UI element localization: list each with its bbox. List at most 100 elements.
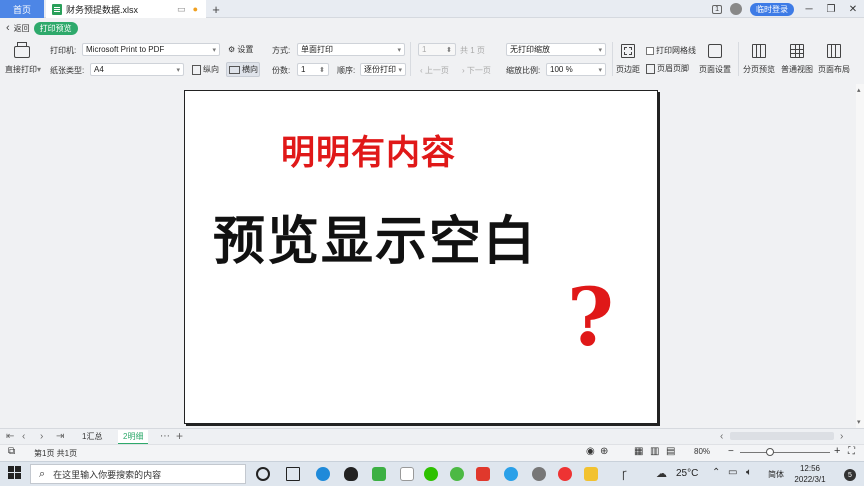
notification-badge[interactable]: 5 — [844, 469, 856, 481]
eye-icon[interactable]: ◉ — [586, 446, 595, 457]
normal-view-icon[interactable]: ▦ — [634, 446, 643, 457]
scale-ratio-input[interactable]: 100 % ▾ — [546, 63, 606, 76]
page-layout-icon[interactable]: ▥ — [650, 446, 659, 457]
scale-select[interactable]: 无打印缩放 ▾ — [506, 43, 606, 56]
direct-print-label[interactable]: 直接打印 — [5, 64, 37, 75]
portrait-button[interactable]: 纵向 — [192, 64, 219, 75]
direct-print-button[interactable] — [14, 42, 30, 58]
checkbox-icon — [646, 46, 654, 55]
landscape-label[interactable]: 横向 — [229, 64, 258, 75]
edge-icon[interactable] — [316, 467, 330, 481]
order-select[interactable]: 逐份打印 ▾ — [360, 63, 406, 76]
restore-icon[interactable]: ❐ — [824, 4, 838, 15]
sheet-tab[interactable]: 1汇总 — [82, 431, 102, 442]
page-setup-button[interactable]: 页面设置 — [699, 44, 731, 75]
printer-select[interactable]: Microsoft Print to PDF ▾ — [82, 43, 220, 56]
print-gridlines-checkbox[interactable]: 打印网格线 — [646, 45, 696, 56]
order-label: 顺序: — [337, 66, 356, 75]
title-bar-controls: 1 临时登录 ─ ❐ ✕ — [712, 0, 860, 18]
cortana-icon[interactable] — [256, 467, 270, 481]
folder-icon[interactable] — [584, 467, 598, 481]
zoom-out-icon[interactable]: − — [728, 446, 734, 457]
horizontal-scrollbar[interactable] — [730, 432, 834, 440]
time: 12:56 — [799, 464, 821, 473]
task-view-icon[interactable] — [286, 467, 300, 481]
tab-home[interactable]: 首页 — [0, 0, 44, 18]
wechat-icon[interactable] — [424, 467, 438, 481]
scroll-right-icon[interactable]: › — [840, 431, 843, 442]
qq-icon[interactable] — [344, 467, 358, 481]
more-icon[interactable]: ⋯ — [160, 431, 170, 442]
new-tab-button[interactable]: + — [208, 0, 224, 18]
zoom-level[interactable]: 80% — [694, 447, 710, 456]
refresh-app-icon[interactable] — [504, 467, 518, 481]
weather-icon: ☁ — [656, 468, 667, 480]
browser-icon[interactable] — [450, 467, 464, 481]
app-icon[interactable] — [532, 467, 546, 481]
add-sheet-icon[interactable]: + — [176, 429, 183, 443]
protect-icon[interactable]: ⊕ — [600, 446, 608, 457]
chevron-up-icon[interactable]: ⌃ — [712, 467, 720, 478]
pin-icon[interactable]: ▭ — [177, 4, 186, 15]
zoom-slider-knob[interactable] — [766, 448, 774, 456]
volume-icon[interactable]: 🔈︎ — [746, 467, 752, 478]
wps-icon[interactable] — [476, 467, 490, 481]
page-number-input[interactable]: 1 ⬍ — [418, 43, 456, 56]
iqiyi-icon[interactable] — [372, 467, 386, 481]
margins-button[interactable]: 页边距 — [616, 44, 640, 75]
normal-view-button[interactable]: 普通视图 — [781, 44, 813, 75]
zoom-in-icon[interactable]: + — [834, 445, 840, 457]
printer-icon — [14, 42, 30, 58]
clock[interactable]: 12:56 2022/3/1 — [790, 463, 830, 485]
print-method-select[interactable]: 单面打印 ▾ — [297, 43, 405, 56]
vertical-scrollbar[interactable]: ▴ ▾ — [856, 84, 864, 428]
page-break-preview-button[interactable]: 分页预览 — [743, 44, 775, 75]
copies-label: 份数: — [272, 66, 291, 75]
first-sheet-icon[interactable]: ⇤ — [6, 431, 14, 442]
notepad-icon[interactable] — [400, 467, 414, 481]
avatar[interactable] — [730, 3, 742, 15]
prev-page-button[interactable]: ‹ 上一页 — [420, 65, 449, 76]
chevron-left-icon[interactable]: ‹ — [6, 22, 10, 34]
next-page-button[interactable]: › 下一页 — [462, 65, 491, 76]
unsaved-dot-icon[interactable]: ● — [193, 4, 198, 15]
print-preview-header: ‹ 返回 打印预览 — [0, 20, 78, 36]
spreadsheet-icon — [52, 3, 62, 15]
scroll-up-icon[interactable]: ▴ — [857, 86, 861, 94]
header-footer-button[interactable]: 页眉页脚 — [646, 63, 689, 74]
input-method[interactable]: 简体 — [768, 469, 784, 480]
windows-start-icon[interactable] — [8, 466, 22, 480]
temperature[interactable]: 25°C — [676, 468, 698, 479]
record-icon[interactable] — [558, 467, 572, 481]
close-icon[interactable]: ✕ — [846, 4, 860, 15]
scroll-left-icon[interactable]: ‹ — [720, 431, 723, 442]
view-toggle-icon[interactable]: ⧉ — [8, 446, 15, 457]
divider — [410, 42, 411, 76]
divider — [738, 42, 739, 76]
sheet-tab-active[interactable]: 2明细 — [118, 430, 149, 445]
tab-file[interactable]: 财务预提数据.xlsx ▭ ● — [46, 0, 206, 18]
page-layout-button[interactable]: 页面布局 — [818, 44, 850, 75]
fullscreen-icon[interactable]: ⛶ — [848, 446, 855, 457]
ime-icon[interactable]: Ꞅ — [622, 467, 627, 481]
paper-type-select[interactable]: A4 ▾ — [90, 63, 184, 76]
window-count-badge[interactable]: 1 — [712, 4, 722, 14]
settings-button[interactable]: ⚙ 设置 — [228, 44, 253, 55]
next-sheet-icon[interactable]: › — [40, 431, 43, 442]
minimize-icon[interactable]: ─ — [802, 4, 816, 15]
chevron-down-icon[interactable]: ▾ — [37, 65, 41, 74]
search-icon: ⌕ — [39, 467, 46, 480]
preview-text-black: 预览显示空白 — [213, 211, 538, 272]
margins-icon — [621, 44, 635, 58]
login-button[interactable]: 临时登录 — [750, 2, 794, 16]
network-icon[interactable]: ▭ — [728, 467, 737, 478]
back-button[interactable]: 返回 — [14, 23, 30, 34]
scroll-down-icon[interactable]: ▾ — [857, 418, 861, 426]
last-sheet-icon[interactable]: ⇥ — [56, 431, 64, 442]
page-break-icon[interactable]: ▤ — [666, 446, 675, 457]
preview-page: 明明有内容 预览显示空白 ? — [184, 90, 658, 424]
copies-stepper[interactable]: 1 ⬍ — [297, 63, 329, 76]
taskbar-search[interactable]: ⌕ 在这里输入你要搜索的内容 — [30, 464, 246, 484]
zoom-slider[interactable] — [740, 452, 830, 453]
prev-sheet-icon[interactable]: ‹ — [22, 431, 25, 442]
